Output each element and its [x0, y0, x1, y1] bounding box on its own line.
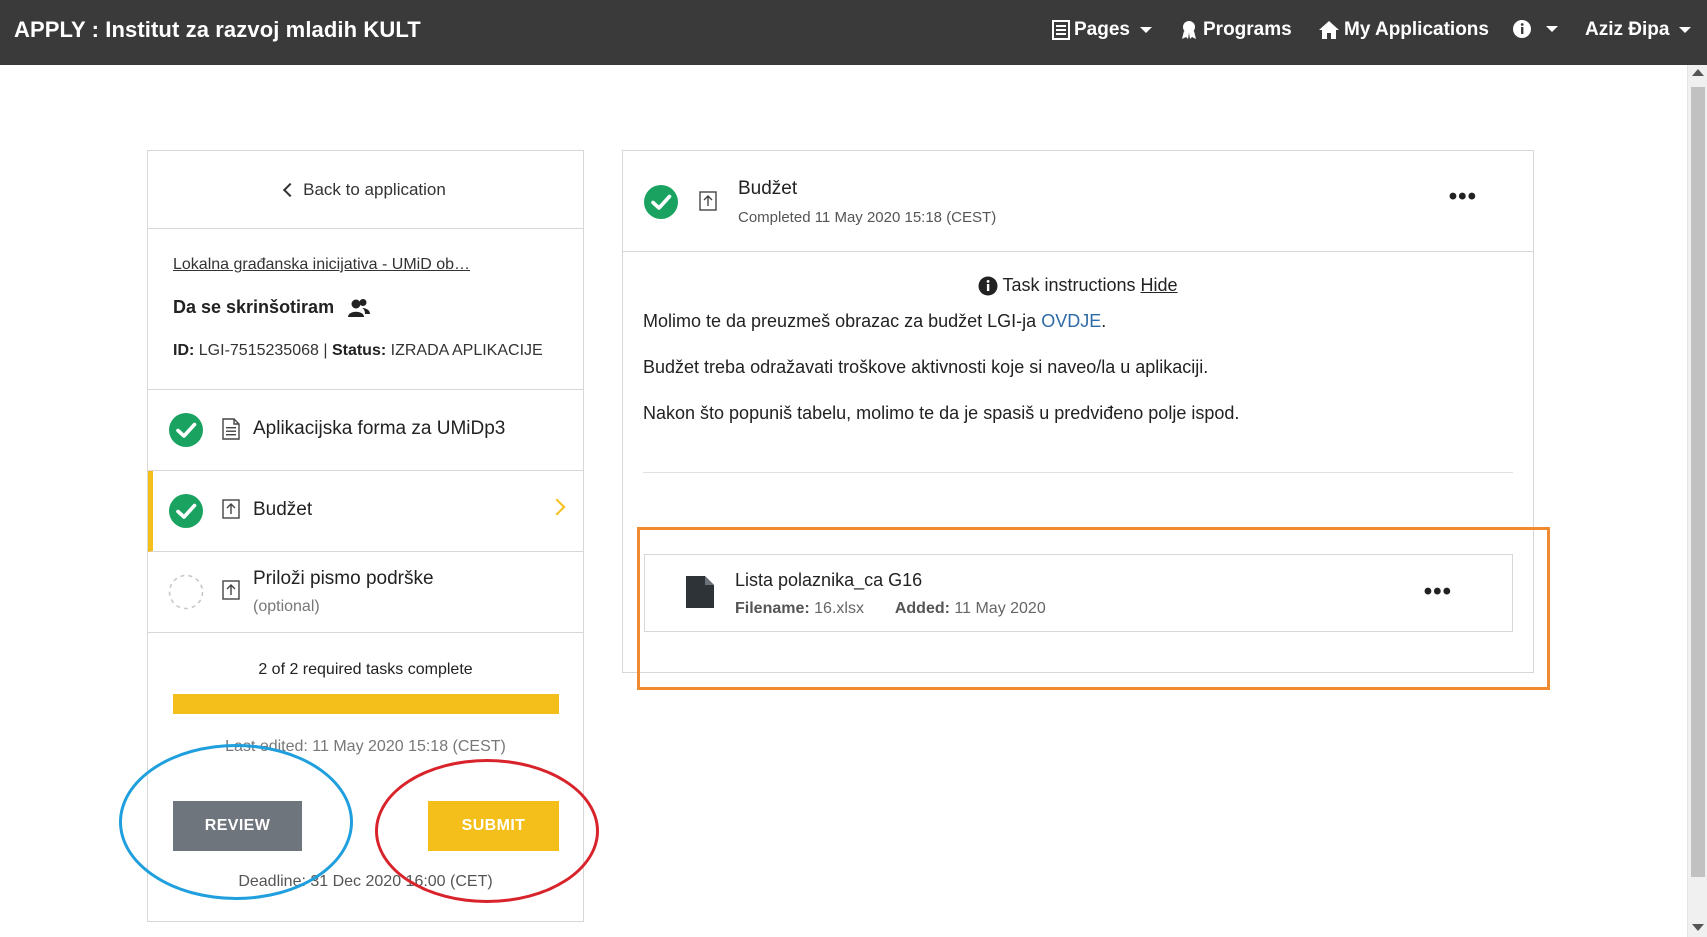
check-circle-icon	[643, 184, 679, 225]
task-title: Budžet	[738, 178, 798, 199]
id-label: ID:	[173, 342, 195, 359]
annotation-ellipse-submit	[375, 759, 599, 903]
top-navbar: APPLY : Institut za razvoj mladih KULT P…	[0, 0, 1707, 65]
task-label: Priloži pismo podrške	[253, 568, 434, 589]
info-icon	[978, 276, 998, 296]
nav-user-menu[interactable]: Aziz Đipa	[1585, 19, 1692, 41]
check-circle-icon	[168, 412, 204, 453]
download-link[interactable]: OVDJE	[1041, 311, 1101, 331]
brand-title[interactable]: APPLY : Institut za razvoj mladih KULT	[14, 17, 421, 43]
application-title: Da se skrinšotiram	[173, 297, 371, 318]
user-name: Aziz Đipa	[1585, 19, 1670, 40]
instruction-paragraph-3: Nakon što popuniš tabelu, molimo te da j…	[643, 403, 1240, 423]
nav-my-applications[interactable]: My Applications	[1318, 19, 1489, 41]
instruction-paragraph-2: Budžet treba odražavati troškove aktivno…	[643, 357, 1209, 377]
task-label: Budžet	[253, 499, 313, 520]
upload-icon	[222, 580, 240, 605]
instruction-paragraph-1: Molimo te da preuzmeš obrazac za budžet …	[643, 311, 1106, 332]
chevron-left-icon	[283, 182, 298, 197]
instruction-text-end: .	[1101, 311, 1107, 331]
nav-pages-label: Pages	[1074, 19, 1130, 40]
progress-text: 2 of 2 required tasks complete	[258, 661, 473, 678]
nav-pages[interactable]: Pages	[1052, 19, 1152, 41]
divider	[643, 472, 1513, 473]
status-value: IZRADA APLIKACIJE	[390, 342, 543, 359]
chevron-down-icon	[1139, 27, 1152, 33]
scroll-down-arrow-icon[interactable]	[1692, 924, 1704, 931]
back-to-application-link[interactable]: Back to application	[148, 151, 583, 229]
more-options-icon[interactable]: •••	[1449, 185, 1477, 209]
home-icon	[1318, 20, 1340, 40]
annotation-highlight-box	[637, 527, 1550, 690]
progress-bar-fill	[173, 694, 559, 714]
task-prilozi-pismo[interactable]: Priloži pismo podrške (optional)	[148, 552, 583, 633]
application-title-text: Da se skrinšotiram	[173, 297, 335, 317]
task-completed-date: Completed 11 May 2020 15:18 (CEST)	[738, 209, 997, 226]
pages-icon	[1052, 20, 1070, 40]
hide-instructions-link[interactable]: Hide	[1141, 275, 1178, 296]
annotation-ellipse-review	[119, 744, 353, 900]
separator: |	[323, 342, 328, 359]
upload-icon	[222, 499, 240, 524]
document-icon	[222, 418, 240, 445]
task-instructions-toggle: Task instructions Hide	[623, 275, 1533, 296]
scroll-thumb[interactable]	[1691, 87, 1705, 877]
status-label: Status:	[331, 342, 387, 359]
task-optional-label: (optional)	[253, 598, 320, 615]
nav-programs[interactable]: Programs	[1179, 19, 1292, 41]
info-icon	[1512, 19, 1532, 39]
award-icon	[1179, 20, 1199, 40]
page-scrollbar[interactable]	[1687, 65, 1707, 937]
back-label: Back to application	[303, 179, 446, 199]
pending-circle-icon	[168, 574, 204, 615]
instructions-label: Task instructions	[1002, 275, 1136, 295]
application-info: Lokalna građanska inicijativa - UMiD ob……	[148, 229, 583, 390]
chevron-down-icon	[1546, 26, 1558, 32]
scroll-up-arrow-icon[interactable]	[1692, 69, 1704, 76]
application-id-status: ID: LGI-7515235068 | Status: IZRADA APLI…	[173, 342, 543, 360]
task-aplikacijska-forma[interactable]: Aplikacijska forma za UMiDp3	[148, 390, 583, 471]
upload-icon	[699, 191, 717, 216]
task-label: Aplikacijska forma za UMiDp3	[253, 418, 506, 439]
progress-bar	[173, 694, 559, 714]
task-header: Budžet Completed 11 May 2020 15:18 (CEST…	[623, 151, 1533, 252]
chevron-down-icon	[1679, 27, 1692, 33]
check-circle-icon	[168, 493, 204, 534]
nav-my-applications-label: My Applications	[1344, 19, 1489, 40]
task-budzet[interactable]: Budžet	[148, 471, 583, 552]
instruction-text: Molimo te da preuzmeš obrazac za budžet …	[643, 311, 1042, 331]
nav-info-menu[interactable]	[1512, 19, 1558, 39]
collaborators-icon[interactable]	[348, 298, 371, 318]
nav-programs-label: Programs	[1203, 19, 1292, 40]
id-value: LGI-7515235068	[198, 342, 319, 359]
chevron-right-icon	[548, 498, 566, 516]
program-link[interactable]: Lokalna građanska inicijativa - UMiD ob…	[173, 256, 470, 274]
